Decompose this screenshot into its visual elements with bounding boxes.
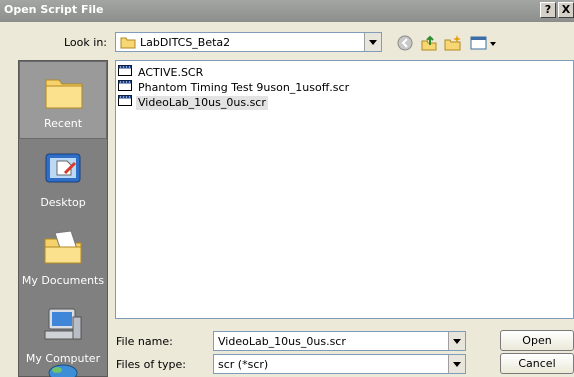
place-label: Recent <box>43 117 83 130</box>
file-name-field[interactable]: VideoLab_10us_0us.scr <box>213 331 466 351</box>
file-name: VideoLab_10us_0us.scr <box>136 95 268 110</box>
script-file-icon <box>118 80 132 95</box>
files-of-type-dropdown[interactable]: scr (*scr) <box>213 354 466 374</box>
open-script-file-dialog: Open Script File ? X Look in: LabDITCS_B… <box>0 0 574 377</box>
view-menu-icon[interactable] <box>470 34 500 52</box>
chevron-down-icon <box>369 39 377 45</box>
file-name-value: VideoLab_10us_0us.scr <box>218 335 346 348</box>
file-name-dropdown-arrow[interactable] <box>448 332 465 350</box>
script-file-icon <box>118 65 132 80</box>
list-item-selected[interactable]: VideoLab_10us_0us.scr <box>118 95 268 110</box>
help-button[interactable]: ? <box>540 2 556 18</box>
file-name: Phantom Timing Test 9uson_1usoff.scr <box>138 80 350 94</box>
list-item[interactable]: ACTIVE.SCR <box>118 65 205 79</box>
title-bar[interactable]: Open Script File <box>0 0 574 22</box>
list-item[interactable]: Phantom Timing Test 9uson_1usoff.scr <box>118 80 351 94</box>
recent-folder-icon <box>44 74 84 113</box>
place-desktop[interactable]: Desktop <box>19 139 107 217</box>
files-of-type-label: Files of type: <box>116 358 187 371</box>
my-computer-icon <box>43 307 83 346</box>
place-recent[interactable]: Recent <box>19 61 107 139</box>
folder-icon <box>120 36 136 52</box>
place-label: Desktop <box>40 196 86 209</box>
back-icon[interactable] <box>396 34 414 52</box>
network-icon <box>43 359 83 377</box>
open-button[interactable]: Open <box>500 330 574 351</box>
dialog-title: Open Script File <box>4 3 104 16</box>
places-bar: Recent Desktop My Documents My Computer <box>18 60 108 377</box>
new-folder-icon[interactable] <box>444 34 462 52</box>
help-button-label: ? <box>544 3 552 16</box>
chevron-down-icon <box>453 361 461 367</box>
files-of-type-value: scr (*scr) <box>218 358 269 371</box>
up-folder-icon[interactable] <box>420 34 438 52</box>
place-label: My Documents <box>21 274 105 287</box>
place-network[interactable] <box>19 359 107 377</box>
file-name: ACTIVE.SCR <box>138 65 204 79</box>
look-in-dropdown-arrow[interactable] <box>364 33 381 51</box>
look-in-label: Look in: <box>64 36 107 49</box>
file-list[interactable]: ACTIVE.SCR Phantom Timing Test 9uson_1us… <box>115 60 574 319</box>
script-file-icon <box>118 95 132 110</box>
look-in-value: LabDITCS_Beta2 <box>140 36 231 49</box>
close-button-label: X <box>561 3 571 16</box>
close-button[interactable]: X <box>558 2 574 18</box>
cancel-button-label: Cancel <box>518 357 556 370</box>
open-button-label: Open <box>522 334 552 347</box>
chevron-down-icon <box>453 338 461 344</box>
cancel-button[interactable]: Cancel <box>500 353 574 374</box>
look-in-dropdown[interactable]: LabDITCS_Beta2 <box>115 32 382 52</box>
place-my-documents[interactable]: My Documents <box>19 217 107 295</box>
desktop-icon <box>43 151 83 190</box>
my-documents-icon <box>43 229 83 268</box>
file-name-label: File name: <box>116 335 173 348</box>
files-of-type-dropdown-arrow[interactable] <box>448 355 465 373</box>
